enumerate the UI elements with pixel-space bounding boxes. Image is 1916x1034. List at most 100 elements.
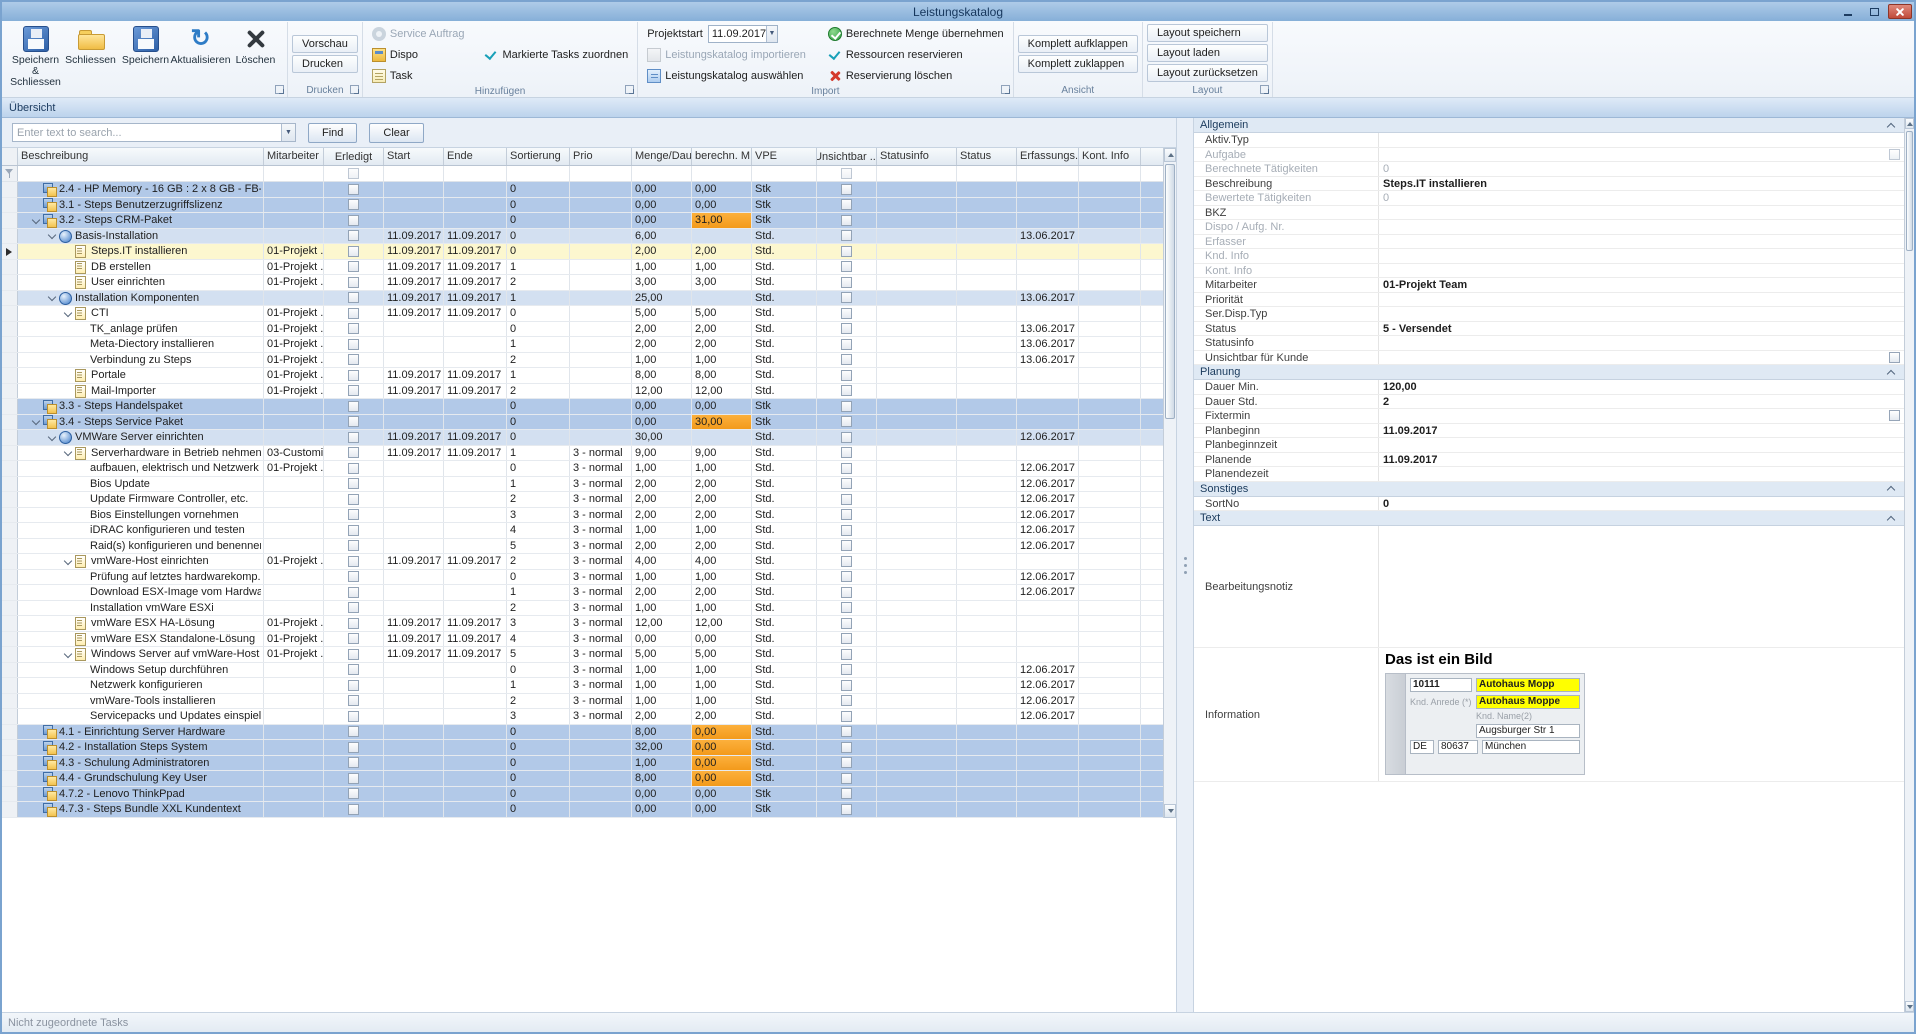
property-value[interactable] — [1379, 336, 1904, 350]
table-row[interactable]: 3.2 - Steps CRM-Paket00,0031,00Stk — [2, 213, 1163, 229]
property-value[interactable]: 120,00 — [1379, 380, 1904, 394]
column-header[interactable]: Beschreibung — [18, 148, 264, 165]
filter-cell[interactable] — [692, 166, 752, 181]
minimize-button[interactable] — [1836, 4, 1860, 19]
preview-button[interactable]: Vorschau — [292, 35, 358, 53]
erledigt-checkbox[interactable] — [348, 261, 359, 272]
section-header[interactable]: Planung — [1194, 365, 1904, 380]
property-row[interactable]: Statusinfo — [1194, 336, 1904, 351]
erledigt-checkbox[interactable] — [348, 292, 359, 303]
property-checkbox[interactable] — [1889, 149, 1900, 160]
expand-chevron-icon[interactable] — [62, 447, 74, 459]
filter-checkbox[interactable] — [841, 168, 852, 179]
close-button[interactable]: Schliessen — [63, 23, 118, 88]
filter-cell[interactable] — [957, 166, 1017, 181]
expand-chevron-icon[interactable] — [46, 292, 58, 304]
filter-cell[interactable] — [507, 166, 570, 181]
property-value[interactable] — [1379, 249, 1904, 263]
property-row[interactable]: Berechnete Tätigkeiten0 — [1194, 162, 1904, 177]
scrollbar-track[interactable] — [1905, 129, 1914, 1001]
reset-layout-button[interactable]: Layout zurücksetzen — [1147, 64, 1268, 82]
unsichtbar-checkbox[interactable] — [841, 261, 852, 272]
erledigt-checkbox[interactable] — [348, 339, 359, 350]
unsichtbar-checkbox[interactable] — [841, 556, 852, 567]
filter-cell[interactable] — [384, 166, 444, 181]
property-row[interactable]: Aufgabe — [1194, 148, 1904, 163]
table-row[interactable]: 4.7.2 - Lenovo ThinkPpad00,000,00Stk — [2, 787, 1163, 803]
unsichtbar-checkbox[interactable] — [841, 695, 852, 706]
property-row[interactable]: Erfasser — [1194, 235, 1904, 250]
erledigt-checkbox[interactable] — [348, 540, 359, 551]
dialog-launcher-icon[interactable] — [350, 85, 360, 95]
property-value[interactable] — [1379, 148, 1904, 162]
table-row[interactable]: 4.7.3 - Steps Bundle XXL Kundentext00,00… — [2, 802, 1163, 818]
column-header[interactable]: Mitarbeiter — [264, 148, 324, 165]
column-header[interactable]: Menge/Dauer — [632, 148, 692, 165]
erledigt-checkbox[interactable] — [348, 664, 359, 675]
unsichtbar-checkbox[interactable] — [841, 370, 852, 381]
maximize-button[interactable] — [1862, 4, 1886, 19]
erledigt-checkbox[interactable] — [348, 370, 359, 381]
property-row[interactable]: Knd. Info — [1194, 249, 1904, 264]
erledigt-checkbox[interactable] — [348, 726, 359, 737]
assign-marked-tasks-button[interactable]: Markierte Tasks zuordnen — [479, 45, 633, 64]
unsichtbar-checkbox[interactable] — [841, 215, 852, 226]
unsichtbar-checkbox[interactable] — [841, 757, 852, 768]
erledigt-checkbox[interactable] — [348, 633, 359, 644]
dialog-launcher-icon[interactable] — [1001, 85, 1011, 95]
table-row[interactable]: vmWare-Host einrichten01-Projekt ...11.0… — [2, 554, 1163, 570]
erledigt-checkbox[interactable] — [348, 184, 359, 195]
property-row[interactable]: Unsichtbar für Kunde — [1194, 351, 1904, 366]
filter-cell[interactable] — [877, 166, 957, 181]
unsichtbar-checkbox[interactable] — [841, 339, 852, 350]
table-row[interactable]: Mail-Importer01-Projekt ...11.09.201711.… — [2, 384, 1163, 400]
property-checkbox[interactable] — [1889, 352, 1900, 363]
erledigt-checkbox[interactable] — [348, 354, 359, 365]
property-value[interactable] — [1379, 526, 1904, 647]
column-header[interactable]: Sortierung — [507, 148, 570, 165]
unsichtbar-checkbox[interactable] — [841, 494, 852, 505]
column-header[interactable]: Start — [384, 148, 444, 165]
erledigt-checkbox[interactable] — [348, 432, 359, 443]
erledigt-checkbox[interactable] — [348, 680, 359, 691]
section-header[interactable]: Allgemein — [1194, 118, 1904, 133]
erledigt-checkbox[interactable] — [348, 230, 359, 241]
unsichtbar-checkbox[interactable] — [841, 277, 852, 288]
scrollbar-thumb[interactable] — [1165, 164, 1175, 419]
column-header[interactable]: VPE — [752, 148, 817, 165]
table-row[interactable]: 3.4 - Steps Service Paket00,0030,00Stk — [2, 415, 1163, 431]
unsichtbar-checkbox[interactable] — [841, 525, 852, 536]
property-value[interactable]: 0 — [1379, 191, 1904, 205]
property-row[interactable]: Ser.Disp.Typ — [1194, 307, 1904, 322]
erledigt-checkbox[interactable] — [348, 556, 359, 567]
column-header[interactable]: berechn. M... — [692, 148, 752, 165]
property-row[interactable]: Planendezeit — [1194, 467, 1904, 482]
expand-chevron-icon[interactable] — [46, 230, 58, 242]
table-row[interactable]: 3.1 - Steps Benutzerzugriffslizenz00,000… — [2, 198, 1163, 214]
property-row[interactable]: Status5 - Versendet — [1194, 322, 1904, 337]
property-value[interactable] — [1379, 220, 1904, 234]
erledigt-checkbox[interactable] — [348, 618, 359, 629]
property-row[interactable]: BeschreibungSteps.IT installieren — [1194, 177, 1904, 192]
apply-calculated-quantity-button[interactable]: Berechnete Menge übernehmen — [823, 24, 1009, 43]
table-row[interactable]: Portale01-Projekt ...11.09.201711.09.201… — [2, 368, 1163, 384]
unsichtbar-checkbox[interactable] — [841, 478, 852, 489]
filter-checkbox[interactable] — [348, 168, 359, 179]
unsichtbar-checkbox[interactable] — [841, 726, 852, 737]
delete-button[interactable]: Löschen — [228, 23, 283, 88]
unsichtbar-checkbox[interactable] — [841, 416, 852, 427]
unsichtbar-checkbox[interactable] — [841, 432, 852, 443]
erledigt-checkbox[interactable] — [348, 478, 359, 489]
property-row[interactable]: Bewertete Tätigkeiten0 — [1194, 191, 1904, 206]
unsichtbar-checkbox[interactable] — [841, 323, 852, 334]
table-row[interactable]: vmWare-Tools installieren23 - normal1,00… — [2, 694, 1163, 710]
unsichtbar-checkbox[interactable] — [841, 246, 852, 257]
filter-cell[interactable] — [1079, 166, 1141, 181]
search-dropdown-icon[interactable]: ▼ — [281, 124, 295, 141]
find-button[interactable]: Find — [308, 123, 357, 143]
unsichtbar-checkbox[interactable] — [841, 587, 852, 598]
section-header[interactable]: Text — [1194, 511, 1904, 526]
unsichtbar-checkbox[interactable] — [841, 711, 852, 722]
select-catalog-button[interactable]: Leistungskatalog auswählen — [642, 66, 811, 85]
unsichtbar-checkbox[interactable] — [841, 308, 852, 319]
